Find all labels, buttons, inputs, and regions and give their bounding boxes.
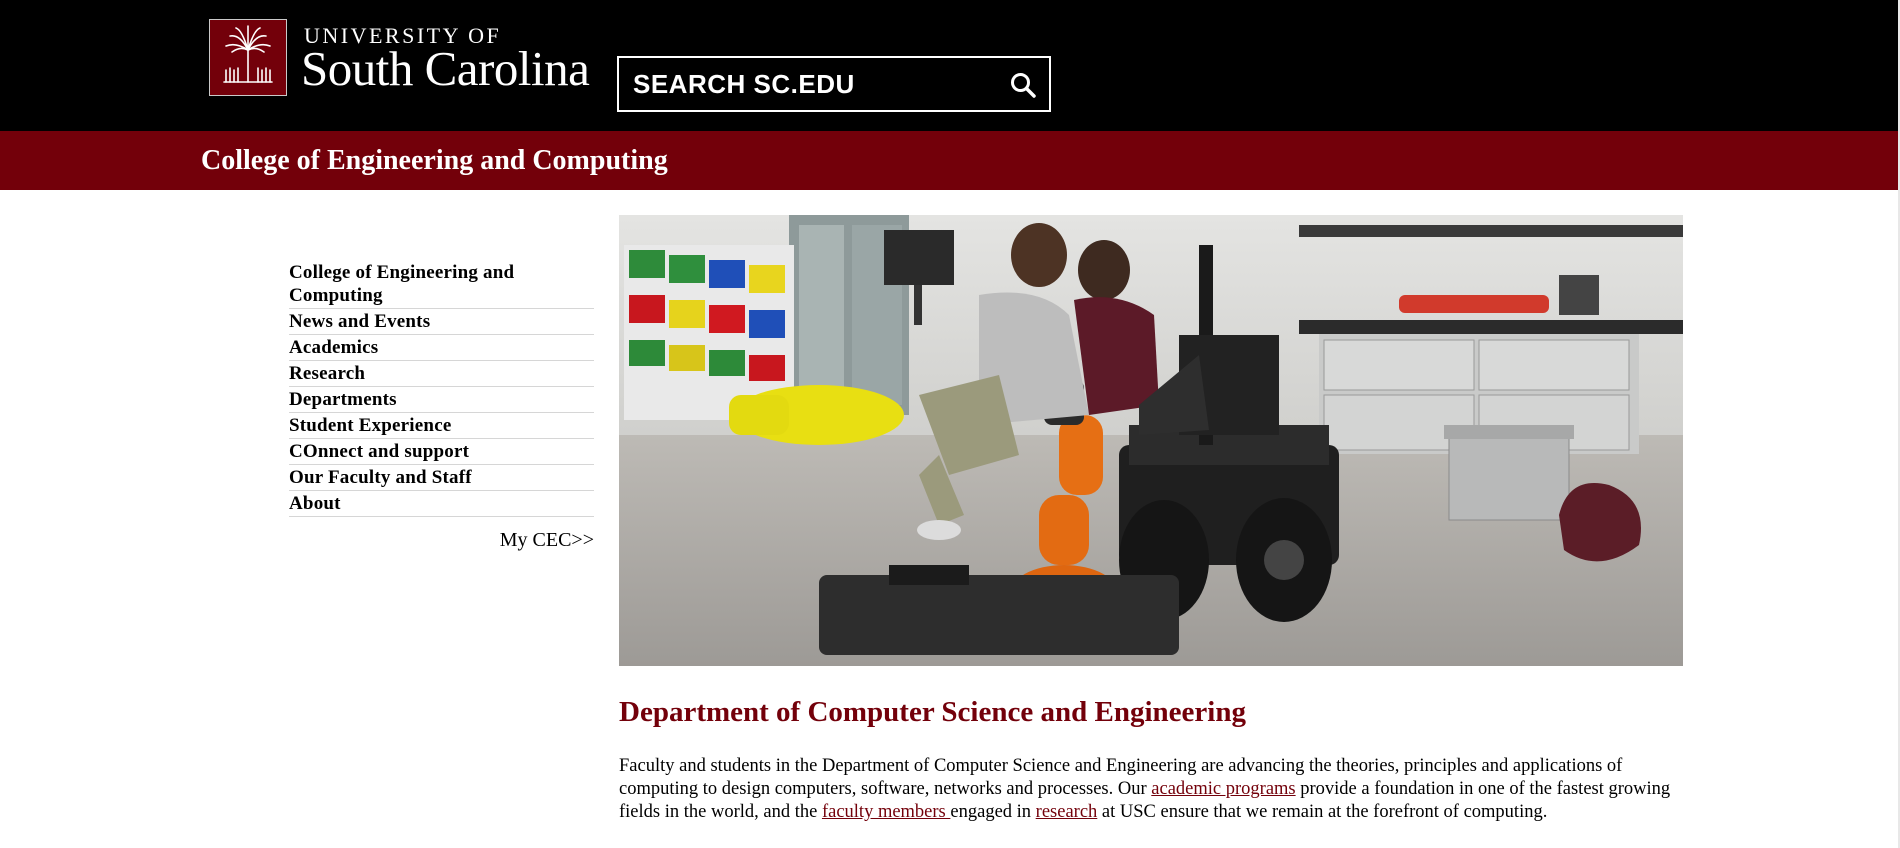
my-cec-link[interactable]: My CEC>> (289, 528, 594, 552)
intro-text-4: at USC ensure that we remain at the fore… (1097, 802, 1548, 822)
research-link[interactable]: research (1036, 802, 1098, 822)
logo-text-south-carolina: South Carolina (301, 41, 590, 96)
nav-item-college[interactable]: College of Engineering and Computing (289, 260, 594, 309)
nav-item-faculty-and-staff[interactable]: Our Faculty and Staff (289, 465, 594, 491)
nav-item-connect-and-support[interactable]: COnnect and support (289, 439, 594, 465)
intro-text-3: engaged in (950, 802, 1036, 822)
search-icon[interactable] (1009, 71, 1037, 99)
college-title-link[interactable]: College of Engineering and Computing (201, 143, 668, 179)
nav-item-news-and-events[interactable]: News and Events (289, 309, 594, 335)
nav-item-academics[interactable]: Academics (289, 335, 594, 361)
university-logo[interactable] (209, 19, 287, 96)
nav-item-about[interactable]: About (289, 491, 594, 517)
palmetto-tree-icon (223, 25, 273, 83)
college-bar: College of Engineering and Computing (0, 131, 1898, 190)
section-nav: College of Engineering and Computing New… (289, 260, 594, 517)
robotics-lab-photo (619, 215, 1683, 666)
nav-item-research[interactable]: Research (289, 361, 594, 387)
intro-paragraph: Faculty and students in the Department o… (619, 755, 1689, 824)
search-input[interactable]: SEARCH SC.EDU (617, 56, 1051, 112)
site-header: UNIVERSITY OF South Carolina SEARCH SC.E… (0, 0, 1898, 131)
page-title: Department of Computer Science and Engin… (619, 696, 1246, 728)
academic-programs-link[interactable]: academic programs (1151, 779, 1295, 799)
search-placeholder: SEARCH SC.EDU (633, 69, 855, 99)
faculty-members-link[interactable]: faculty members (822, 802, 950, 822)
nav-item-student-experience[interactable]: Student Experience (289, 413, 594, 439)
nav-item-departments[interactable]: Departments (289, 387, 594, 413)
hero-photo (619, 215, 1683, 666)
